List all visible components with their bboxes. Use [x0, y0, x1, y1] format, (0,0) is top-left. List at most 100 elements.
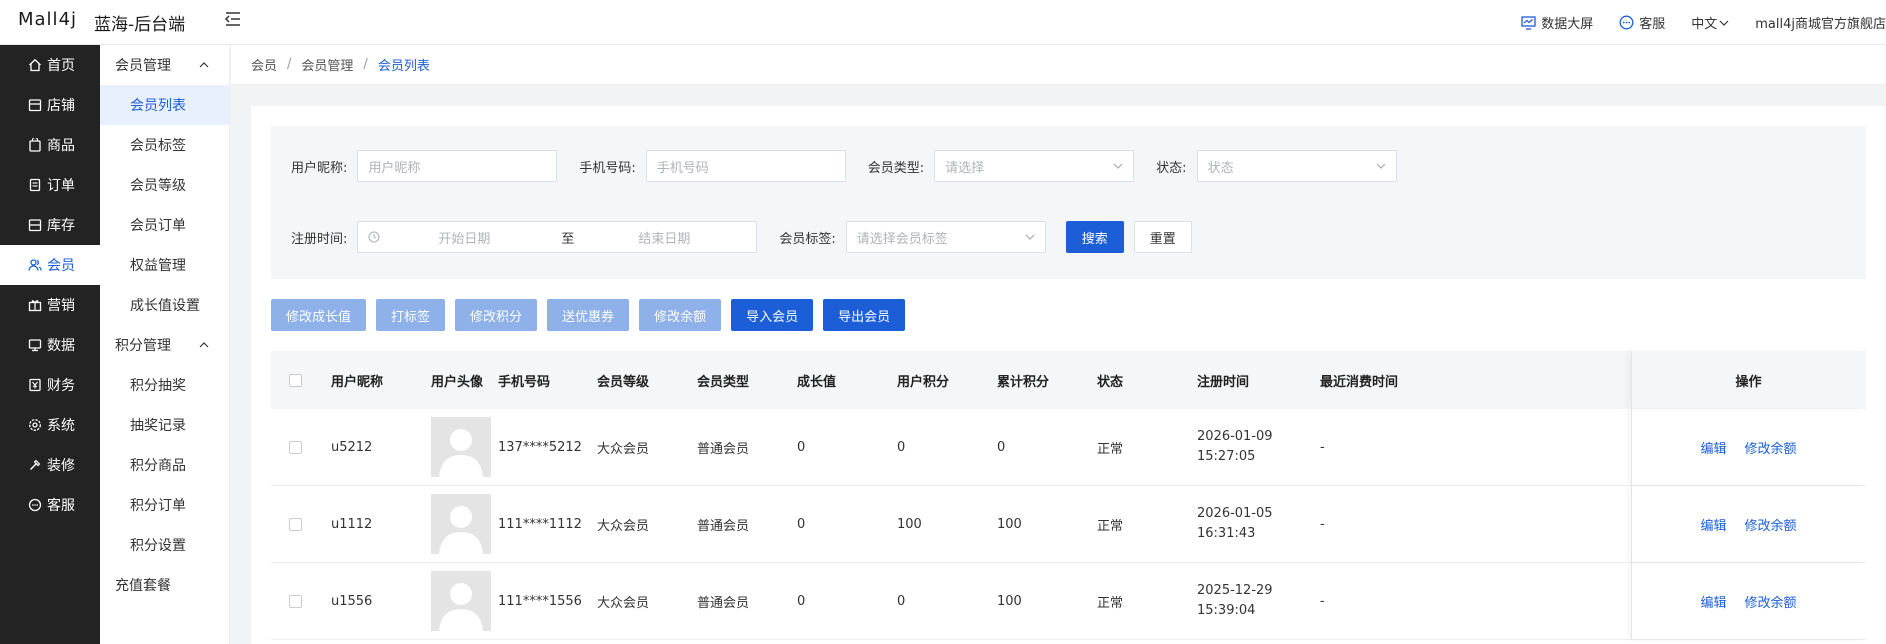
search-button[interactable]: 搜索 [1065, 221, 1124, 253]
avatar [431, 494, 491, 554]
cell-type: 普通会员 [697, 441, 750, 457]
logo[interactable]: Mall4j [18, 9, 77, 30]
subnav-item-recharge-package[interactable]: 充值套餐 [100, 565, 229, 605]
col-nickname: 用户昵称 [331, 374, 384, 390]
select-all-checkbox[interactable] [289, 373, 302, 387]
subnav-group-label: 积分管理 [115, 338, 171, 354]
subnav-item-member-levels[interactable]: 会员等级 [100, 165, 229, 205]
modify-points-button[interactable]: 修改积分 [455, 299, 538, 331]
modify-balance-link[interactable]: 修改余额 [1745, 515, 1797, 534]
modify-balance-link[interactable]: 修改余额 [1745, 592, 1797, 611]
subnav-group-points[interactable]: 积分管理 [100, 325, 229, 365]
nav-item-stock[interactable]: 库存 [0, 205, 100, 245]
cell-growth: 0 [797, 516, 806, 532]
member-type-select[interactable]: 请选择 [934, 150, 1135, 182]
cell-total-points: 100 [997, 516, 1022, 532]
subnav-item-points-settings[interactable]: 积分设置 [100, 525, 229, 565]
decorate-icon [30, 459, 41, 470]
subnav-group-member[interactable]: 会员管理 [100, 45, 229, 85]
send-coupon-button[interactable]: 送优惠券 [547, 299, 630, 331]
cell-phone: 137****5212 [498, 439, 582, 455]
export-members-button[interactable]: 导出会员 [823, 299, 906, 331]
col-type: 会员类型 [697, 374, 750, 390]
data-screen-link[interactable]: 数据大屏 [1521, 13, 1593, 32]
cell-type: 普通会员 [697, 518, 750, 534]
language-select[interactable]: 中文 [1691, 13, 1729, 32]
nav-item-marketing[interactable]: 营销 [0, 285, 100, 325]
tag-members-button[interactable]: 打标签 [376, 299, 446, 331]
store-name[interactable]: mall4j商城官方旗舰店 [1755, 13, 1886, 32]
import-members-button[interactable]: 导入会员 [731, 299, 814, 331]
nav-item-system[interactable]: 系统 [0, 405, 100, 445]
customer-service-link[interactable]: 客服 [1619, 13, 1665, 32]
breadcrumb-item[interactable]: 会员 [251, 55, 277, 74]
avatar [431, 417, 491, 477]
subnav-item-member-tags[interactable]: 会员标签 [100, 125, 229, 165]
nav-label: 商品 [47, 138, 75, 154]
edit-link[interactable]: 编辑 [1700, 592, 1726, 611]
nav-item-chat[interactable]: 客服 [0, 485, 100, 525]
nav-item-shop[interactable]: 店铺 [0, 85, 100, 125]
cell-growth: 0 [797, 593, 806, 609]
modify-balance-button[interactable]: 修改余额 [639, 299, 722, 331]
nav-item-data[interactable]: 数据 [0, 325, 100, 365]
col-phone: 手机号码 [498, 374, 551, 390]
start-date[interactable]: 开始日期 [438, 228, 543, 247]
row-checkbox[interactable] [289, 440, 302, 454]
subnav-item-lottery-records[interactable]: 抽奖记录 [100, 405, 229, 445]
row-checkbox[interactable] [289, 517, 302, 531]
nav-label: 财务 [47, 378, 75, 394]
member-list-panel: 用户昵称: 用户昵称 手机号码: 手机号码 会员类型: 请选择 状态: 状态 注… [251, 106, 1886, 644]
phone-label: 手机号码: [579, 160, 636, 176]
data-icon [28, 339, 42, 352]
modify-balance-link[interactable]: 修改余额 [1745, 438, 1797, 457]
subnav-item-benefits[interactable]: 权益管理 [100, 245, 229, 285]
member-table: 用户昵称 用户头像 手机号码 会员等级 会员类型 成长值 用户积分 累计积分 状… [271, 351, 1866, 640]
member-icon [28, 259, 42, 271]
subnav-group-label: 会员管理 [115, 58, 171, 74]
marketing-icon [28, 300, 42, 312]
phone-input[interactable]: 手机号码 [645, 150, 846, 182]
edit-link[interactable]: 编辑 [1700, 438, 1726, 457]
cell-reg-time: 2025-12-29 15:39:04 [1197, 583, 1273, 618]
reg-date-range[interactable]: 开始日期 至 结束日期 [357, 221, 758, 253]
subnav-item-growth-settings[interactable]: 成长值设置 [100, 285, 229, 325]
nav-item-home[interactable]: 首页 [0, 45, 100, 85]
nav-label: 营销 [47, 298, 75, 314]
modify-growth-button[interactable]: 修改成长值 [271, 299, 367, 331]
nav-item-order[interactable]: 订单 [0, 165, 100, 205]
chevron-down-icon [1025, 234, 1035, 240]
nickname-input[interactable]: 用户昵称 [357, 150, 558, 182]
menu-toggle-icon[interactable] [224, 10, 242, 28]
top-header: Mall4j 蓝海-后台端 数据大屏 客服 中文 mall4j商城官方旗舰店 [0, 0, 1886, 45]
language-label: 中文 [1691, 17, 1718, 32]
edit-link[interactable]: 编辑 [1700, 515, 1726, 534]
reset-button[interactable]: 重置 [1133, 221, 1192, 253]
data-screen-label: 数据大屏 [1541, 17, 1594, 32]
status-select[interactable]: 状态 [1196, 150, 1397, 182]
row-checkbox[interactable] [289, 594, 302, 608]
cell-points: 100 [897, 516, 922, 532]
end-date[interactable]: 结束日期 [638, 228, 690, 247]
cell-total-points: 100 [997, 593, 1022, 609]
subnav-item-member-list[interactable]: 会员列表 [100, 85, 229, 125]
nav-item-finance[interactable]: 财务 [0, 365, 100, 405]
avatar [431, 571, 491, 631]
cell-status: 正常 [1097, 441, 1124, 457]
shop-icon [28, 99, 42, 112]
subnav-item-points-lottery[interactable]: 积分抽奖 [100, 365, 229, 405]
cell-nickname: u1112 [331, 516, 373, 532]
table-row: u1556 111****1556 大众会员 普通会员 0 0 100 正常 2… [271, 563, 1866, 640]
nav-item-goods[interactable]: 商品 [0, 125, 100, 165]
subnav-item-points-orders[interactable]: 积分订单 [100, 485, 229, 525]
tag-select[interactable]: 请选择会员标签 [845, 221, 1046, 253]
subnav-item-points-goods[interactable]: 积分商品 [100, 445, 229, 485]
nav-item-member[interactable]: 会员 [0, 245, 100, 285]
cell-operations: 编辑 修改余额 [1631, 563, 1866, 639]
subnav-item-member-orders[interactable]: 会员订单 [100, 205, 229, 245]
col-growth: 成长值 [797, 374, 837, 390]
table-row: u1112 111****1112 大众会员 普通会员 0 100 100 正常… [271, 486, 1866, 563]
table-header: 用户昵称 用户头像 手机号码 会员等级 会员类型 成长值 用户积分 累计积分 状… [271, 351, 1866, 409]
nav-item-decorate[interactable]: 装修 [0, 445, 100, 485]
breadcrumb-item[interactable]: 会员管理 [301, 55, 353, 74]
